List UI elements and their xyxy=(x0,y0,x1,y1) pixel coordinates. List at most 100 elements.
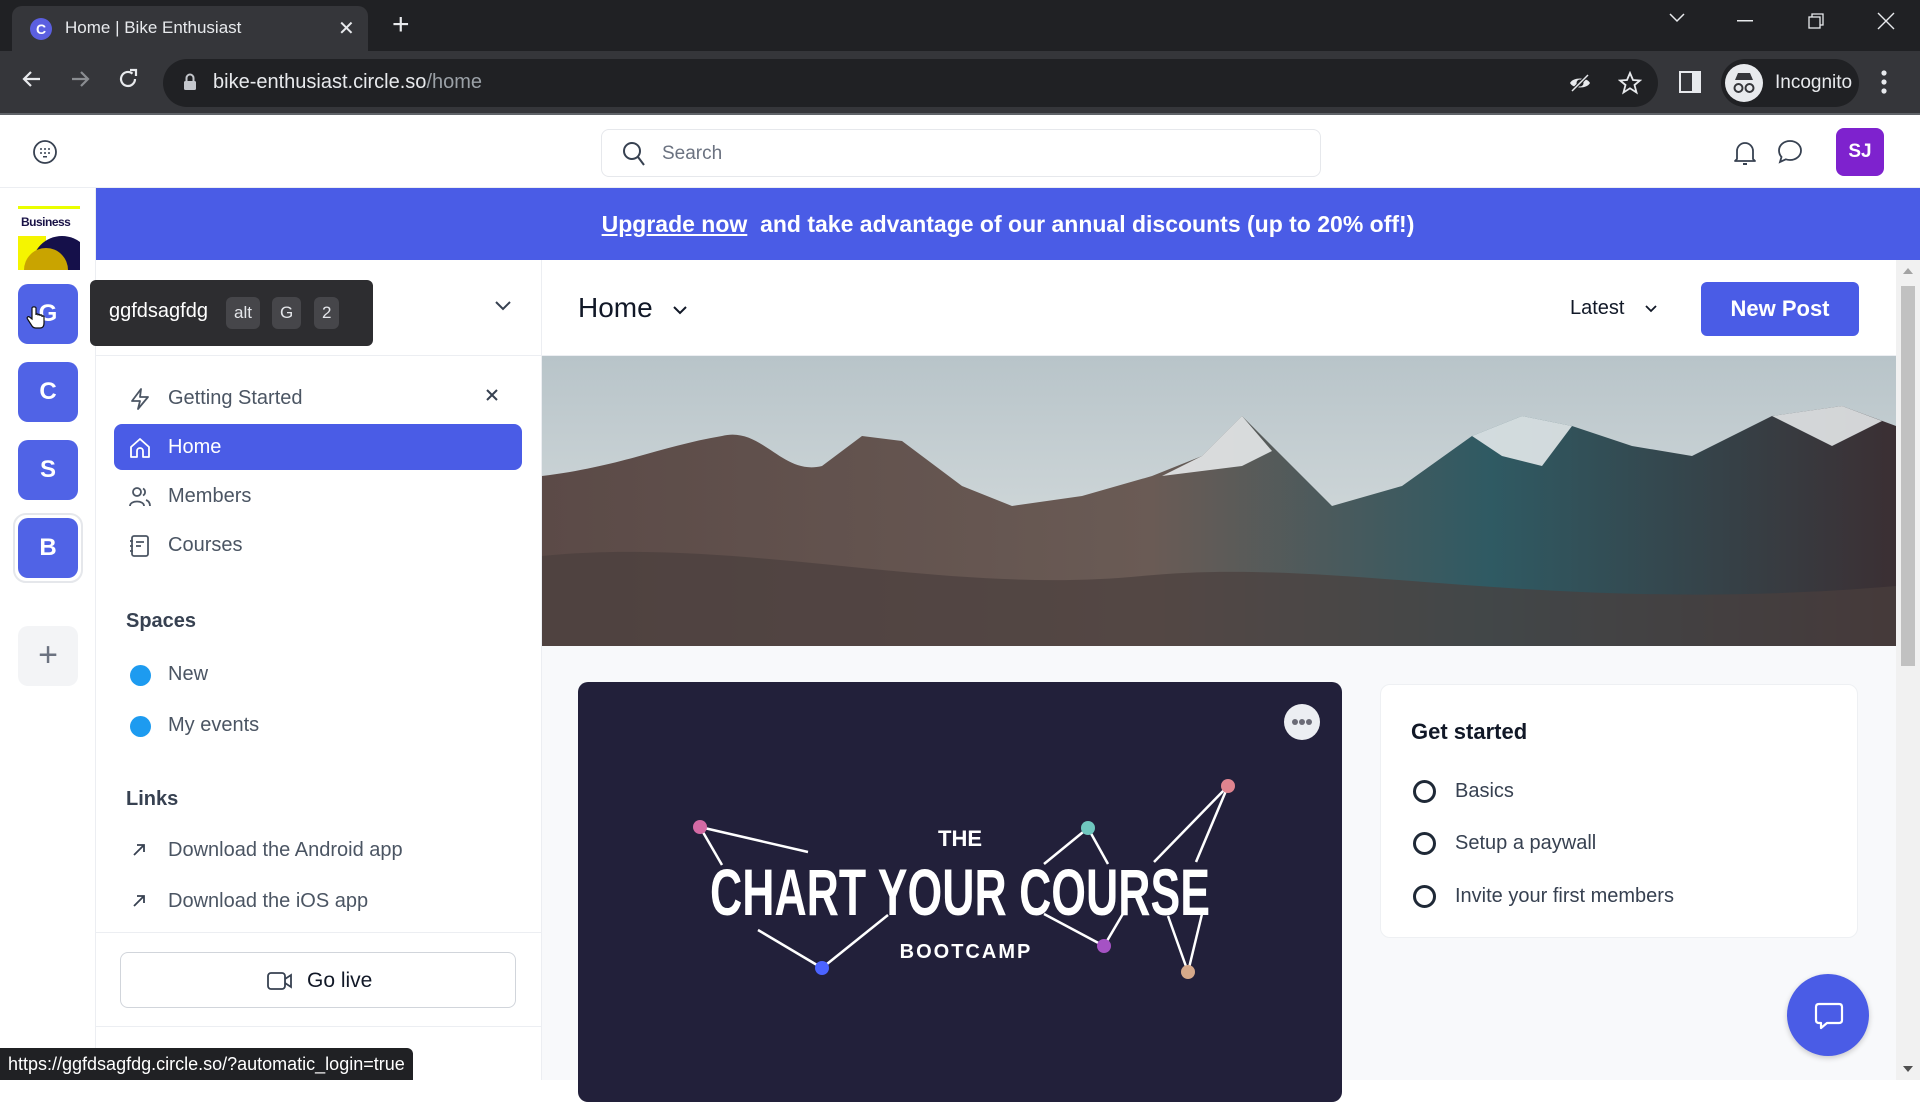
community-business-logo[interactable]: Business xyxy=(18,206,80,270)
sidebar-item-getting-started[interactable]: Getting Started xyxy=(114,375,522,421)
profile-label: Incognito xyxy=(1775,72,1853,93)
restore-icon[interactable] xyxy=(1808,13,1824,29)
tab-search-icon[interactable] xyxy=(1668,12,1686,24)
post-artwork: THE CHART YOUR COURSE BOOTCAMP xyxy=(693,779,1235,979)
scroll-down-arrow-icon[interactable] xyxy=(1903,1066,1913,1072)
back-icon[interactable] xyxy=(20,67,44,91)
url-text[interactable]: bike-enthusiast.circle.so/home xyxy=(213,71,482,94)
checklist-label: Setup a paywall xyxy=(1455,832,1597,854)
shortcut-key: alt xyxy=(226,297,260,329)
add-community-button[interactable]: + xyxy=(18,626,78,686)
minimize-icon[interactable] xyxy=(1737,20,1753,22)
business-logo-text: Business xyxy=(21,215,71,229)
community-tooltip: ggfdsagfdg alt G 2 xyxy=(90,280,373,346)
sidebar-item-home[interactable]: Home xyxy=(114,424,522,470)
browser-toolbar: bike-enthusiast.circle.so/home Incognito xyxy=(0,51,1920,115)
community-c[interactable]: C xyxy=(18,362,78,422)
main-content: Home Latest New Post THE CHART YOUR COUR… xyxy=(542,260,1896,1102)
unchecked-circle-icon[interactable] xyxy=(1413,832,1436,855)
browser-menu-icon[interactable] xyxy=(1880,69,1888,95)
node-purple xyxy=(1097,939,1111,953)
incognito-icon xyxy=(1725,64,1763,102)
messages-chat-icon[interactable] xyxy=(1777,139,1803,165)
sidebar-item-members[interactable]: Members xyxy=(114,473,522,519)
close-window-icon[interactable] xyxy=(1877,12,1895,30)
checklist-item-invite[interactable]: Invite your first members xyxy=(1411,882,1831,912)
bookmark-star-icon[interactable] xyxy=(1618,71,1642,95)
lightning-icon xyxy=(128,387,152,411)
url-host: bike-enthusiast.circle.so xyxy=(213,71,427,93)
new-tab-button[interactable]: + xyxy=(392,8,410,42)
sidebar-item-label: Members xyxy=(168,485,252,507)
close-tab-icon[interactable]: ✕ xyxy=(338,16,355,41)
new-post-button[interactable]: New Post xyxy=(1701,282,1859,336)
community-b-selected[interactable]: B xyxy=(18,518,78,578)
community-switcher: Business G C S B + xyxy=(0,188,96,1080)
scroll-thumb[interactable] xyxy=(1901,286,1915,666)
space-item-my-events[interactable]: My events xyxy=(114,702,522,748)
upgrade-now-link[interactable]: Upgrade now xyxy=(602,211,748,237)
notifications-bell-icon[interactable] xyxy=(1733,139,1757,167)
search-icon xyxy=(622,141,646,167)
sidebar-item-label: Home xyxy=(168,436,222,458)
sidebar-item-courses[interactable]: Courses xyxy=(114,522,522,568)
sidebar: Getting Started Home Members Courses Spa… xyxy=(96,260,542,1080)
eye-off-icon[interactable] xyxy=(1568,71,1592,95)
chat-support-button[interactable] xyxy=(1787,974,1869,1056)
chevron-down-icon xyxy=(1645,305,1657,313)
checklist-label: Basics xyxy=(1455,780,1514,802)
page-title[interactable]: Home xyxy=(578,292,688,324)
tab-favicon: C xyxy=(30,18,52,40)
home-icon xyxy=(128,436,152,460)
address-bar[interactable]: bike-enthusiast.circle.so/home xyxy=(163,59,1658,107)
post-more-options-icon[interactable] xyxy=(1284,704,1320,740)
external-link-arrow-icon xyxy=(132,843,146,857)
page-scrollbar[interactable] xyxy=(1896,260,1920,1080)
shortcut-key: 2 xyxy=(314,297,340,329)
banner-text: and take advantage of our annual discoun… xyxy=(760,211,1415,237)
dismiss-icon[interactable] xyxy=(484,387,500,403)
community-letter: S xyxy=(39,456,56,483)
user-avatar[interactable]: SJ xyxy=(1836,128,1884,176)
browser-tab-strip: C Home | Bike Enthusiast ✕ + xyxy=(0,0,1920,51)
checklist-item-basics[interactable]: Basics xyxy=(1411,777,1831,807)
chat-bubble-icon xyxy=(1814,1002,1844,1030)
tooltip-community-name: ggfdsagfdg xyxy=(109,300,208,322)
reload-icon[interactable] xyxy=(116,67,140,91)
cover-image-mountains xyxy=(542,356,1896,646)
search-input[interactable]: Search xyxy=(601,129,1321,177)
sort-label: Latest xyxy=(1570,297,1625,319)
community-s[interactable]: S xyxy=(18,440,78,500)
go-live-button[interactable]: Go live xyxy=(120,952,516,1008)
sidebar-item-label: Getting Started xyxy=(168,387,303,409)
space-label: New xyxy=(168,663,209,685)
upgrade-banner: Upgrade now and take advantage of our an… xyxy=(96,188,1920,260)
get-started-title: Get started xyxy=(1411,719,1528,744)
chevron-down-icon[interactable] xyxy=(494,300,512,312)
link-android-app[interactable]: Download the Android app xyxy=(114,827,522,873)
node-blue xyxy=(815,961,829,975)
profile-chip[interactable]: Incognito xyxy=(1721,59,1859,107)
community-letter: C xyxy=(39,378,57,405)
browser-tab[interactable]: C Home | Bike Enthusiast ✕ xyxy=(12,6,368,51)
node-tan xyxy=(1181,965,1195,979)
scroll-up-arrow-icon[interactable] xyxy=(1903,268,1913,274)
post-title-bootcamp: BOOTCAMP xyxy=(900,941,1033,963)
post-card[interactable]: THE CHART YOUR COURSE BOOTCAMP xyxy=(578,682,1342,1102)
unchecked-circle-icon[interactable] xyxy=(1413,885,1436,908)
node-teal xyxy=(1081,821,1095,835)
forward-icon[interactable] xyxy=(68,67,92,91)
go-live-label: Go live xyxy=(307,969,373,992)
link-ios-app[interactable]: Download the iOS app xyxy=(114,878,522,924)
node-pink xyxy=(693,820,707,834)
emoji-switcher-icon[interactable] xyxy=(32,139,58,165)
main-header: Home Latest New Post xyxy=(542,260,1896,356)
space-item-new[interactable]: New xyxy=(114,651,522,697)
side-panel-icon[interactable] xyxy=(1679,71,1701,93)
unchecked-circle-icon[interactable] xyxy=(1413,780,1436,803)
checklist-label: Invite your first members xyxy=(1455,885,1674,907)
url-path: /home xyxy=(426,71,483,93)
sort-dropdown[interactable]: Latest xyxy=(1570,297,1658,320)
checklist-item-paywall[interactable]: Setup a paywall xyxy=(1411,829,1831,859)
lock-icon[interactable] xyxy=(183,73,197,91)
